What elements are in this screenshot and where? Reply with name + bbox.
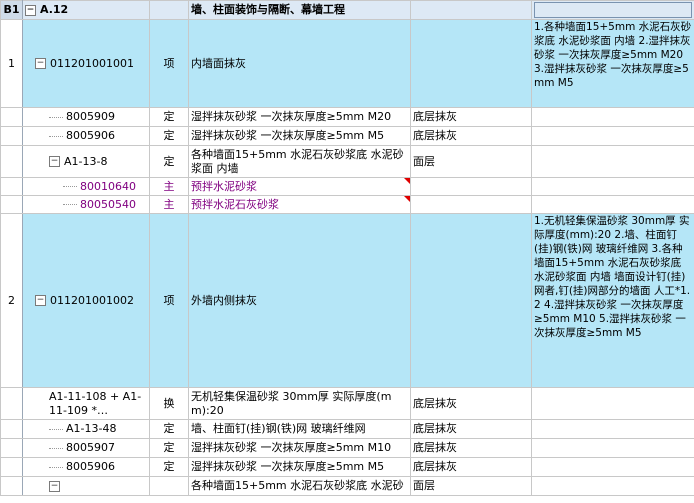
quota-type: 换 — [149, 387, 189, 420]
tree-connector — [49, 428, 63, 430]
material-name: 预拌水泥砂浆 — [191, 179, 257, 193]
collapse-toggle-icon[interactable]: − — [35, 58, 46, 69]
table-row[interactable]: A1-11-108 + A1-11-109 *… 换 无机轻集保温砂浆 30mm… — [0, 387, 694, 420]
quota-name[interactable]: 各种墙面15+5mm 水泥石灰砂浆底 水泥砂浆面 内墙 — [188, 145, 411, 178]
table-row[interactable]: 8005906 定 湿拌抹灰砂浆 一次抹灰厚度≥5mm M5 底层抹灰 — [0, 126, 694, 146]
table-row[interactable]: 8005906 定 湿拌抹灰砂浆 一次抹灰厚度≥5mm M5 底层抹灰 — [0, 457, 694, 477]
quota-code: A1-11-108 + A1-11-109 *… — [49, 389, 142, 417]
corner-cell[interactable]: B1 — [0, 0, 23, 20]
item-part[interactable] — [410, 213, 532, 388]
item-description[interactable]: 1.各种墙面15+5mm 水泥石灰砂浆底 水泥砂浆面 内墙 2.湿拌抹灰砂浆 一… — [531, 19, 694, 108]
table-row[interactable]: 2 −011201001002 项 外墙内侧抹灰 1.无机轻集保温砂浆 30mm… — [0, 213, 694, 388]
quota-part[interactable]: 底层抹灰 — [410, 457, 532, 477]
quota-type: 定 — [149, 438, 189, 458]
tree-connector — [49, 135, 63, 137]
quota-type — [149, 476, 189, 496]
quota-code: 8005909 — [66, 110, 115, 123]
material-code: 80050540 — [80, 197, 136, 211]
tree-connector — [49, 116, 63, 118]
item-description[interactable]: 1.无机轻集保温砂浆 30mm厚 实际厚度(mm):20 2.墙、柱面钉(挂)钢… — [531, 213, 694, 388]
quota-name[interactable]: 湿拌抹灰砂浆 一次抹灰厚度≥5mm M5 — [188, 457, 411, 477]
material-type: 主 — [149, 195, 189, 214]
material-type: 主 — [149, 177, 189, 196]
row-seq: 2 — [0, 213, 23, 388]
material-code: 80010640 — [80, 179, 136, 193]
table-row[interactable]: 80010640 主 预拌水泥砂浆 — [0, 177, 694, 196]
quota-name[interactable]: 无机轻集保温砂浆 30mm厚 实际厚度(mm):20 — [188, 387, 411, 420]
item-type: 项 — [149, 213, 189, 388]
quota-type: 定 — [149, 457, 189, 477]
quota-code: A1-13-48 — [66, 422, 117, 435]
section-name[interactable]: 墙、柱面装饰与隔断、幕墙工程 — [188, 0, 411, 20]
tree-connector — [49, 466, 63, 468]
collapse-toggle-icon[interactable]: − — [25, 4, 36, 16]
table-row[interactable]: − 各种墙面15+5mm 水泥石灰砂浆底 水泥砂 面层 — [0, 476, 694, 496]
item-name[interactable]: 外墙内侧抹灰 — [188, 213, 411, 388]
quota-part[interactable]: 面层 — [410, 145, 532, 178]
quota-name[interactable]: 湿拌抹灰砂浆 一次抹灰厚度≥5mm M5 — [188, 126, 411, 146]
quota-type: 定 — [149, 145, 189, 178]
quota-name[interactable]: 墙、柱面钉(挂)钢(铁)网 玻璃纤维网 — [188, 419, 411, 439]
quota-code: 8005906 — [66, 129, 115, 142]
quota-type: 定 — [149, 107, 189, 127]
quota-code: 8005906 — [66, 460, 115, 473]
quota-name[interactable]: 各种墙面15+5mm 水泥石灰砂浆底 水泥砂 — [188, 476, 411, 496]
quota-part[interactable]: 面层 — [410, 476, 532, 496]
table-row[interactable]: 80050540 主 预拌水泥石灰砂浆 — [0, 195, 694, 214]
quota-part[interactable]: 底层抹灰 — [410, 419, 532, 439]
quota-part[interactable]: 底层抹灰 — [410, 126, 532, 146]
collapse-toggle-icon[interactable]: − — [49, 480, 60, 492]
tree-connector — [49, 447, 63, 449]
table-row[interactable]: − A1-13-8 定 各种墙面15+5mm 水泥石灰砂浆底 水泥砂浆面 内墙 面… — [0, 145, 694, 178]
quota-part[interactable]: 底层抹灰 — [410, 107, 532, 127]
red-flag-icon — [404, 178, 410, 184]
red-flag-icon — [404, 196, 410, 202]
item-name[interactable]: 内墙面抹灰 — [188, 19, 411, 108]
quota-code: 8005907 — [66, 441, 115, 454]
item-part[interactable] — [410, 19, 532, 108]
budget-grid: B1 − A.12 墙、柱面装饰与隔断、幕墙工程 1 −011201001001 … — [0, 0, 694, 496]
table-row[interactable]: A1-13-48 定 墙、柱面钉(挂)钢(铁)网 玻璃纤维网 底层抹灰 — [0, 419, 694, 439]
quota-name[interactable]: 湿拌抹灰砂浆 一次抹灰厚度≥5mm M10 — [188, 438, 411, 458]
material-name: 预拌水泥石灰砂浆 — [191, 197, 279, 211]
table-row[interactable]: 8005909 定 湿拌抹灰砂浆 一次抹灰厚度≥5mm M20 底层抹灰 — [0, 107, 694, 127]
section-code-cell[interactable]: − A.12 — [22, 0, 150, 20]
table-row[interactable]: 8005907 定 湿拌抹灰砂浆 一次抹灰厚度≥5mm M10 底层抹灰 — [0, 438, 694, 458]
section-code: A.12 — [40, 3, 69, 16]
quota-part[interactable]: 底层抹灰 — [410, 387, 532, 420]
quota-part[interactable]: 底层抹灰 — [410, 438, 532, 458]
quota-code: A1-13-8 — [64, 154, 108, 168]
item-code: 011201001002 — [50, 293, 134, 307]
quota-type: 定 — [149, 126, 189, 146]
item-code: 011201001001 — [50, 56, 134, 70]
tree-connector — [63, 204, 77, 205]
quota-name[interactable]: 湿拌抹灰砂浆 一次抹灰厚度≥5mm M20 — [188, 107, 411, 127]
table-row[interactable]: 1 −011201001001 项 内墙面抹灰 1.各种墙面15+5mm 水泥石… — [0, 19, 694, 108]
collapse-toggle-icon[interactable]: − — [49, 156, 60, 167]
section-header-row[interactable]: B1 − A.12 墙、柱面装饰与隔断、幕墙工程 — [0, 0, 694, 20]
quota-type: 定 — [149, 419, 189, 439]
row-seq: 1 — [0, 19, 23, 108]
tree-connector — [63, 186, 77, 187]
item-type: 项 — [149, 19, 189, 108]
collapse-toggle-icon[interactable]: − — [35, 295, 46, 306]
desc-edit-box[interactable] — [534, 2, 692, 18]
